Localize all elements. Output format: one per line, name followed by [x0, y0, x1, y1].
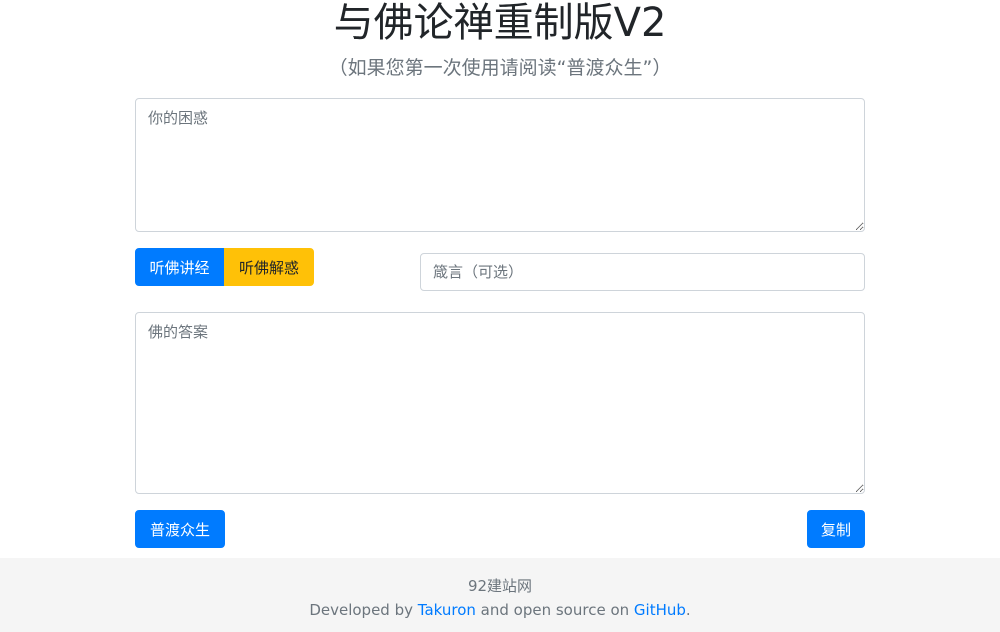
- github-link[interactable]: GitHub: [634, 601, 686, 619]
- help-button[interactable]: 普渡众生: [135, 510, 225, 548]
- footer-site: 92建站网: [467, 577, 533, 595]
- page-title: 与佛论禅重制版V2: [333, 0, 667, 46]
- page: 与佛论禅重制版V2 （如果您第一次使用请阅读“普渡众生”） 听佛讲经 听佛解惑 …: [0, 0, 1000, 632]
- action-button-group: 听佛讲经 听佛解惑: [135, 248, 314, 286]
- footer-period: .: [685, 601, 691, 619]
- page-subtitle: （如果您第一次使用请阅读“普渡众生”）: [328, 57, 672, 79]
- answer-textarea[interactable]: [135, 312, 865, 494]
- footer: 92建站网 Developed by Takuron and open sour…: [0, 558, 1000, 632]
- encode-button[interactable]: 听佛讲经: [135, 248, 224, 286]
- copy-button[interactable]: 复制: [807, 510, 865, 548]
- footer-developed-by: Developed by: [309, 601, 413, 619]
- question-textarea[interactable]: [135, 98, 865, 232]
- author-link[interactable]: Takuron: [418, 601, 476, 619]
- footer-credits: Developed by Takuron and open source on …: [0, 600, 1000, 620]
- key-input[interactable]: [420, 253, 865, 291]
- decode-button[interactable]: 听佛解惑: [224, 248, 314, 286]
- footer-middle-text: and open source on: [480, 601, 630, 619]
